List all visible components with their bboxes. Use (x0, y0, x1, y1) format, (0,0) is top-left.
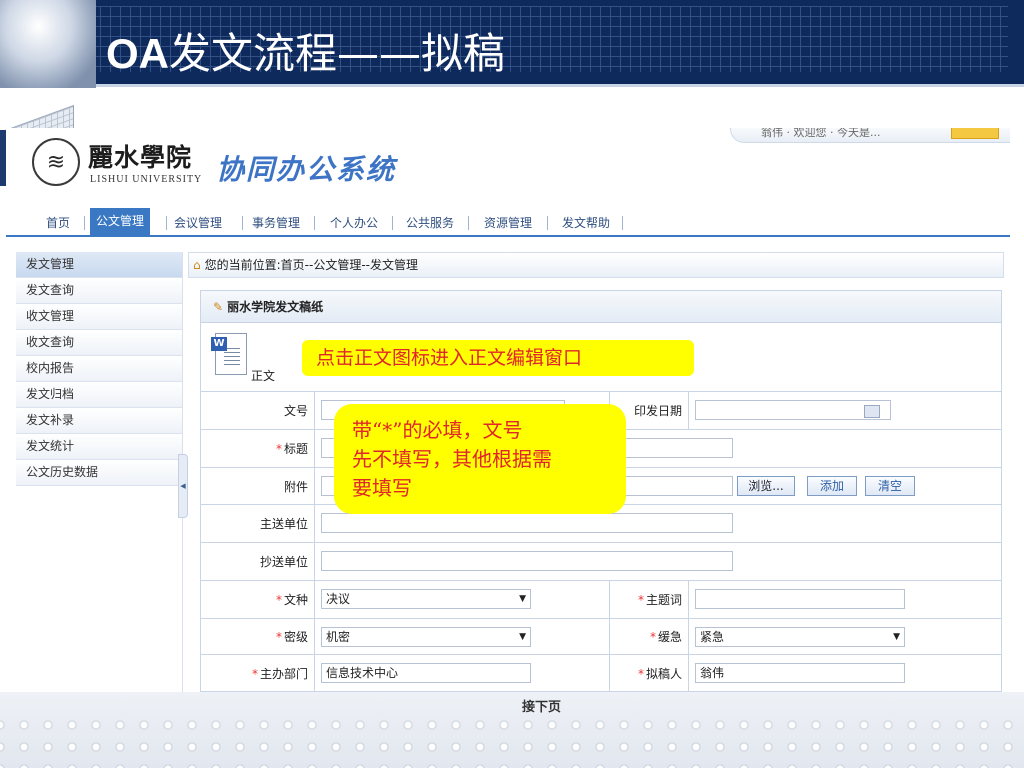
dropdown-arrow-icon: ▼ (519, 594, 526, 604)
nav-separator (392, 216, 393, 230)
oa-logo: ≋ 麗水學院 LISHUI UNIVERSITY 协同办公系统 (32, 136, 432, 194)
nav-separator (314, 216, 315, 230)
drafter-label: * 拟稿人 (609, 655, 689, 692)
edit-document-icon: ✎ (213, 300, 224, 314)
required-mark: * (275, 629, 282, 644)
breadcrumb-text: 您的当前位置:首页--公文管理--发文管理 (204, 258, 418, 272)
add-attachment-button[interactable]: 添加 (807, 476, 857, 496)
word-badge: W (211, 337, 227, 351)
keywords-label: * 主题词 (609, 581, 689, 618)
print-date-input[interactable] (695, 400, 891, 420)
urgency-select[interactable]: 紧急 ▼ (695, 627, 905, 647)
drafter-input[interactable]: 翁伟 (695, 663, 905, 683)
cc-label: 抄送单位 (201, 543, 315, 580)
sidebar-item-send-management[interactable]: 发文管理 (16, 252, 182, 278)
nav-item-public-service[interactable]: 公共服务 (406, 212, 454, 234)
sidebar-item-archive[interactable]: 发文归档 (16, 382, 182, 408)
urgency-label: * 缓急 (609, 619, 689, 654)
nav-separator (622, 216, 623, 230)
form-row-doc-type: * 文种 决议 ▼ * 主题词 (201, 580, 1001, 618)
sidebar-item-send-query[interactable]: 发文查询 (16, 278, 182, 304)
required-mark: * (649, 629, 656, 644)
required-mark: * (637, 666, 644, 681)
sidebar-item-receive-management[interactable]: 收文管理 (16, 304, 182, 330)
sidebar-collapse-handle[interactable]: ◀ (178, 454, 188, 518)
header-divider (0, 84, 1024, 87)
nav-item-personal[interactable]: 个人办公 (330, 212, 378, 234)
slide-footer: 接下页 (0, 692, 1024, 768)
doc-type-select[interactable]: 决议 ▼ (321, 589, 531, 609)
dropdown-arrow-icon: ▼ (893, 632, 900, 642)
slide-title-text: 发文流程——拟稿 (169, 29, 506, 78)
nav-item-meeting[interactable]: 会议管理 (174, 212, 222, 234)
callout-line-1: 带“*”的必填，文号 (352, 418, 523, 442)
nav-item-document-management[interactable]: 公文管理 (90, 208, 151, 235)
nav-item-help[interactable]: 发文帮助 (562, 212, 610, 234)
attachment-label: 附件 (201, 468, 315, 504)
clear-attachment-button[interactable]: 清空 (865, 476, 915, 496)
nav-underline (6, 235, 1010, 237)
sidebar-item-receive-query[interactable]: 收文查询 (16, 330, 182, 356)
university-name-cn: 麗水學院 (88, 143, 193, 172)
title-label: * 标题 (201, 430, 315, 467)
host-department-input[interactable]: 信息技术中心 (321, 663, 531, 683)
home-icon: ⌂ (193, 258, 201, 272)
university-seal-icon: ≋ (32, 138, 80, 186)
doc-type-label: * 文种 (201, 581, 315, 618)
callout-click-body-icon: 点击正文图标进入正文编辑窗口 (302, 340, 694, 376)
nav-item-home[interactable]: 首页 (46, 212, 70, 234)
host-department-label: * 主办部门 (201, 655, 315, 692)
dropdown-arrow-icon: ▼ (519, 632, 526, 642)
nav-separator (166, 216, 167, 230)
panel-title: 丽水学院发文稿纸 (227, 300, 324, 314)
callout-required-fields: 带“*”的必填，文号 先不填写，其他根据需 要填写 (334, 404, 626, 514)
required-mark: * (251, 666, 258, 681)
sidebar-item-campus-report[interactable]: 校内报告 (16, 356, 182, 382)
nav-separator (468, 216, 469, 230)
sidebar: 发文管理 发文查询 收文管理 收文查询 校内报告 发文归档 发文补录 发文统计 … (16, 252, 183, 692)
cc-input[interactable] (321, 551, 733, 571)
next-page-link[interactable]: 接下页 (522, 696, 561, 715)
slide-title: OA发文流程——拟稿 (106, 28, 505, 80)
callout-line-2: 先不填写，其他根据需 (352, 447, 552, 471)
sidebar-item-history[interactable]: 公文历史数据 (16, 460, 182, 486)
calendar-icon[interactable] (864, 405, 880, 418)
logout-button[interactable] (951, 128, 999, 139)
required-mark: * (275, 441, 282, 456)
word-document-icon[interactable]: W (211, 333, 251, 377)
security-level-label: * 密级 (201, 619, 315, 654)
nav-separator (242, 216, 243, 230)
keywords-input[interactable] (695, 589, 905, 609)
system-name: 协同办公系统 (216, 153, 397, 186)
user-status-text: 翁伟 · 欢迎您 · 今天是... (761, 128, 881, 139)
nav-separator (84, 216, 85, 230)
sidebar-item-statistics[interactable]: 发文统计 (16, 434, 182, 460)
required-mark: * (637, 592, 644, 607)
breadcrumb: ⌂ 您的当前位置:首页--公文管理--发文管理 (188, 252, 1004, 278)
university-name-en: LISHUI UNIVERSITY (90, 174, 203, 185)
security-level-select[interactable]: 机密 ▼ (321, 627, 531, 647)
body-text-label[interactable]: 正文 (251, 367, 275, 384)
nav-item-resources[interactable]: 资源管理 (484, 212, 532, 234)
doc-number-label: 文号 (201, 392, 315, 429)
monitor-graphic (0, 0, 96, 88)
nav-separator (547, 216, 548, 230)
nav-item-affairs[interactable]: 事务管理 (252, 212, 300, 234)
callout-line-3: 要填写 (352, 476, 412, 500)
form-row-cc: 抄送单位 (201, 542, 1001, 580)
main-nav: 首页 公文管理 会议管理 事务管理 个人办公 公共服务 资源管理 发文帮助 (6, 208, 1010, 237)
panel-header: ✎ 丽水学院发文稿纸 (201, 291, 1001, 323)
slide-title-oa: OA (106, 30, 169, 77)
footer-dot-pattern (0, 710, 1024, 768)
form-row-security: * 密级 机密 ▼ * 缓急 紧急 ▼ (201, 618, 1001, 654)
slide-header: OA发文流程——拟稿 (0, 0, 1024, 87)
main-recipient-label: 主送单位 (201, 505, 315, 542)
browse-button[interactable]: 浏览... (737, 476, 795, 496)
sidebar-item-supplement[interactable]: 发文补录 (16, 408, 182, 434)
user-status-bar: 翁伟 · 欢迎您 · 今天是... (730, 128, 1010, 143)
form-row-department: * 主办部门 信息技术中心 * 拟稿人 翁伟 (201, 654, 1001, 692)
main-recipient-input[interactable] (321, 513, 733, 533)
required-mark: * (275, 592, 282, 607)
